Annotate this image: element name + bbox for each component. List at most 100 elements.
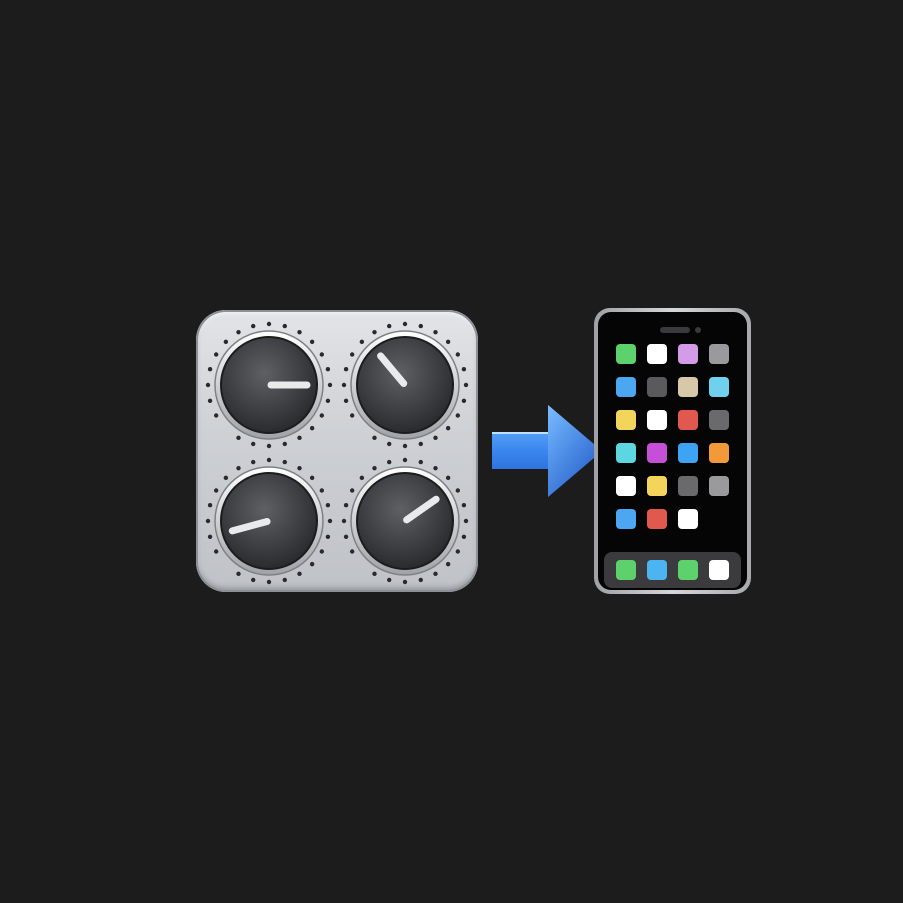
scene	[0, 0, 903, 903]
knob-tick-dot	[297, 465, 302, 471]
app-icon	[678, 443, 698, 463]
app-icon	[647, 443, 667, 463]
knob-tick-dot	[266, 321, 272, 327]
app-icon	[709, 476, 729, 496]
knob-tick-dot	[418, 577, 423, 583]
knob-tick-dot	[223, 339, 229, 345]
knob-tick-dot	[343, 398, 349, 403]
knob-tick-dot	[445, 425, 451, 431]
knob-tick-dot	[455, 413, 461, 418]
phone-speaker	[660, 327, 690, 333]
knob-tick-dot	[282, 577, 287, 583]
knob-tick-dot	[213, 413, 219, 418]
knob-tick-dot	[387, 441, 392, 447]
knob-tick-dot	[445, 339, 451, 345]
knob-tick-dot	[223, 475, 229, 481]
app-icon	[709, 410, 729, 430]
knob-tick-dot	[319, 549, 325, 554]
app-icon	[709, 377, 729, 397]
knob-tick-dot	[266, 443, 272, 449]
knob-tick-dot	[213, 488, 219, 493]
knob-tick-dot	[349, 413, 355, 418]
knob-tick-dot	[463, 518, 469, 524]
app-icon	[647, 509, 667, 529]
dock-app-icon	[709, 560, 729, 580]
knob-tick-dot	[213, 352, 219, 357]
knob-tick-dot	[325, 367, 331, 372]
knob-tick-dot	[319, 413, 325, 418]
dock-app-icon	[616, 560, 636, 580]
app-icon	[616, 377, 636, 397]
knob-tick-dot	[343, 367, 349, 372]
knob-tick-dot	[297, 435, 302, 441]
app-icon	[647, 476, 667, 496]
knob-tick-dot	[282, 323, 287, 329]
app-icon	[647, 410, 667, 430]
knob-tick-dot	[341, 382, 347, 388]
knob-tick-dot	[372, 571, 377, 577]
knob-tick-dot	[309, 339, 315, 345]
right-arrow-icon	[490, 403, 604, 499]
knob-tick-dot	[433, 465, 438, 471]
knob-tick-dot	[343, 503, 349, 508]
knob-tick-dot	[461, 503, 467, 508]
app-icon	[647, 344, 667, 364]
app-icon	[709, 344, 729, 364]
dock-app-icon	[678, 560, 698, 580]
knob-tick-dot	[266, 457, 272, 463]
knob-tick-dot	[461, 534, 467, 539]
app-icon	[678, 476, 698, 496]
knob-tick-dot	[207, 503, 213, 508]
knob-tick-dot	[297, 329, 302, 335]
control-panel-knobs-icon	[196, 310, 478, 592]
knob-tick-dot	[433, 435, 438, 441]
knob-tick-dot	[207, 534, 213, 539]
knob-tick-dot	[282, 441, 287, 447]
knob-tick-dot	[433, 571, 438, 577]
knob-tick-dot	[309, 475, 315, 481]
knob-bottom-left	[202, 454, 336, 588]
knob-tick-dot	[251, 441, 256, 447]
knob-top-left	[202, 318, 336, 452]
knob-tick-dot	[266, 579, 272, 585]
knob-tick-dot	[455, 488, 461, 493]
app-icon	[616, 344, 636, 364]
knob-tick-dot	[319, 352, 325, 357]
knob-tick-dot	[445, 561, 451, 567]
knob-tick-dot	[251, 323, 256, 329]
knob-tick-dot	[325, 503, 331, 508]
knob-tick-dot	[343, 534, 349, 539]
knob-tick-dot	[387, 459, 392, 465]
app-icon	[709, 443, 729, 463]
phone-camera	[695, 327, 701, 333]
app-icon	[616, 410, 636, 430]
knob-tick-dot	[297, 571, 302, 577]
knob-tick-dot	[402, 579, 408, 585]
knob-tick-dot	[327, 382, 333, 388]
knob-tick-dot	[349, 549, 355, 554]
app-icon	[616, 509, 636, 529]
knob-tick-dot	[433, 329, 438, 335]
knob-tick-dot	[325, 398, 331, 403]
knob-tick-dot	[236, 571, 241, 577]
knob-tick-dot	[236, 329, 241, 335]
phone-screen	[598, 312, 747, 590]
knob-tick-dot	[402, 321, 408, 327]
knob-tick-dot	[418, 441, 423, 447]
mobile-phone-icon	[594, 308, 751, 594]
knob-tick-dot	[213, 549, 219, 554]
knob-tick-dot	[327, 518, 333, 524]
knob-tick-dot	[251, 459, 256, 465]
app-icon	[647, 377, 667, 397]
app-icon	[678, 509, 698, 529]
knob-tick-dot	[325, 534, 331, 539]
knob-tick-dot	[205, 382, 211, 388]
app-icon	[678, 410, 698, 430]
knob-tick-dot	[402, 457, 408, 463]
knob-tick-dot	[418, 459, 423, 465]
knob-tick-dot	[387, 323, 392, 329]
knob-tick-dot	[387, 577, 392, 583]
knob-tick-dot	[461, 398, 467, 403]
knob-tick-dot	[359, 475, 365, 481]
knob-tick-dot	[207, 398, 213, 403]
